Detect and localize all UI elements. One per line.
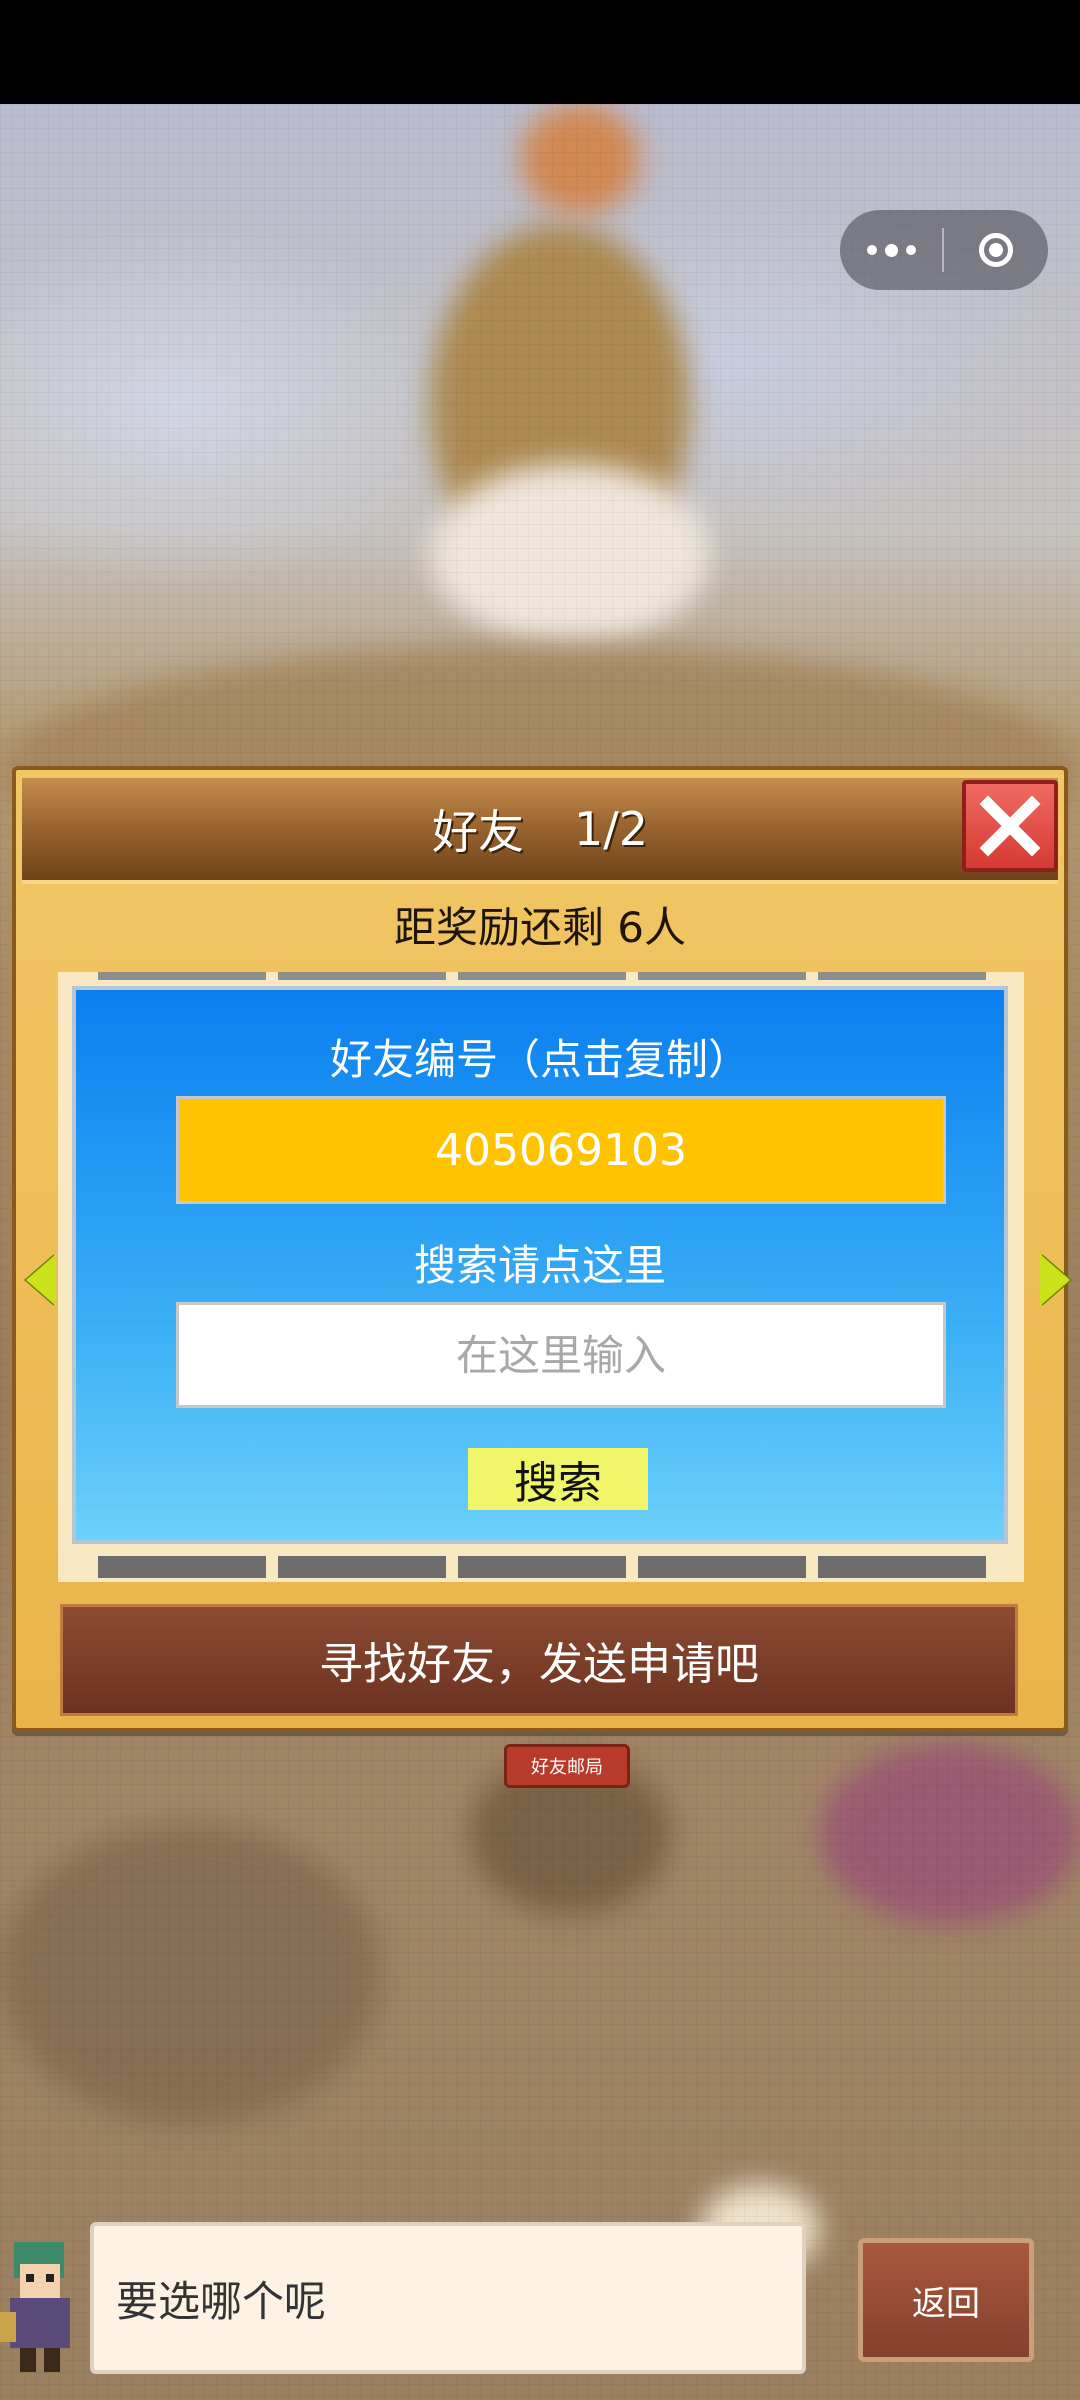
find-friends-button[interactable]: 寻找好友，发送申请吧 xyxy=(60,1604,1018,1716)
search-label: 搜索请点这里 xyxy=(413,1241,666,1290)
dialog-title: 好友 xyxy=(431,805,524,859)
arrow-right-icon[interactable] xyxy=(1040,1254,1070,1306)
friend-code-label: 好友编号（点击复制） xyxy=(329,1035,750,1084)
status-bar xyxy=(0,0,1080,104)
dialog-title-bar: 好友 1/2 xyxy=(22,778,1058,884)
reward-remaining-text: 距奖励还剩 6人 xyxy=(393,903,687,952)
friends-dialog: 好友 1/2 距奖励还剩 6人 好友编号（点击复制） 405069103 搜索请… xyxy=(12,766,1070,1732)
friend-code-panel: 好友编号（点击复制） 405069103 搜索请点这里 搜索 xyxy=(72,986,1008,1544)
target-icon[interactable] xyxy=(944,210,1048,290)
friend-panel-frame: 好友编号（点击复制） 405069103 搜索请点这里 搜索 xyxy=(58,972,1024,1582)
post-office-sign: 好友邮局 xyxy=(504,1744,630,1788)
arrow-left-icon[interactable] xyxy=(26,1254,56,1306)
close-icon xyxy=(979,795,1041,857)
speech-text: 要选哪个呢 xyxy=(116,2276,327,2326)
search-button[interactable]: 搜索 xyxy=(468,1448,648,1510)
friend-code-copy-button[interactable]: 405069103 xyxy=(176,1096,946,1204)
page-indicator: 1/2 xyxy=(573,802,649,856)
character-avatar xyxy=(0,2228,84,2378)
mini-program-capsule xyxy=(840,210,1048,290)
more-dots-icon[interactable] xyxy=(840,210,942,290)
speech-bubble: 要选哪个呢 xyxy=(90,2222,806,2374)
close-button[interactable] xyxy=(962,780,1058,872)
search-input[interactable] xyxy=(176,1302,946,1408)
back-button[interactable]: 返回 xyxy=(858,2238,1034,2362)
frame-bottom-tabs xyxy=(58,1556,1024,1578)
